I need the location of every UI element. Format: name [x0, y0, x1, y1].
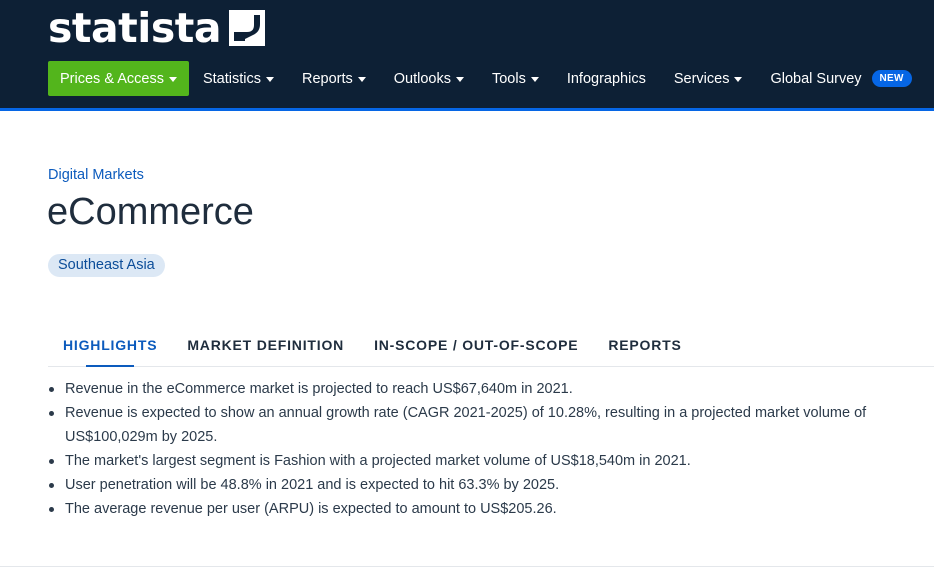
tab-market-definition[interactable]: MARKET DEFINITION	[172, 330, 359, 365]
nav-global-survey[interactable]: Global Survey NEW	[756, 61, 925, 96]
breadcrumb-digital-markets[interactable]: Digital Markets	[48, 167, 144, 183]
caret-down-icon	[357, 77, 366, 82]
nav-statistics[interactable]: Statistics	[189, 61, 288, 96]
tab-highlights[interactable]: HIGHLIGHTS	[48, 330, 172, 367]
new-badge: NEW	[871, 70, 912, 87]
divider	[0, 566, 934, 567]
list-item: Revenue is expected to show an annual gr…	[48, 401, 928, 449]
statista-mark-icon	[229, 10, 265, 46]
nav-label: Tools	[491, 70, 526, 87]
list-item: User penetration will be 48.8% in 2021 a…	[48, 473, 928, 497]
statista-logo[interactable]: statista	[48, 4, 265, 52]
main-nav: Prices & Access Statistics Reports Outlo…	[48, 61, 926, 96]
list-item: The average revenue per user (ARPU) is e…	[48, 497, 928, 521]
page-title: eCommerce	[47, 191, 254, 233]
nav-outlooks[interactable]: Outlooks	[380, 61, 478, 96]
nav-tools[interactable]: Tools	[478, 61, 553, 96]
nav-label: Reports	[301, 70, 353, 87]
nav-label: Services	[673, 70, 730, 87]
list-item: Revenue in the eCommerce market is proje…	[48, 377, 928, 401]
highlights-list: Revenue in the eCommerce market is proje…	[48, 377, 928, 521]
list-item: The market's largest segment is Fashion …	[48, 449, 928, 473]
caret-down-icon	[530, 77, 539, 82]
nav-label: Outlooks	[393, 70, 451, 87]
caret-down-icon	[455, 77, 464, 82]
nav-infographics[interactable]: Infographics	[553, 61, 660, 96]
tab-in-scope-out-of-scope[interactable]: IN-SCOPE / OUT-OF-SCOPE	[359, 330, 593, 365]
nav-label: Prices & Access	[60, 70, 164, 87]
caret-down-icon	[168, 77, 177, 82]
content-tabs: HIGHLIGHTS MARKET DEFINITION IN-SCOPE / …	[48, 330, 934, 367]
nav-label: Infographics	[566, 70, 646, 87]
nav-prices-access[interactable]: Prices & Access	[48, 61, 189, 96]
nav-label: Global Survey	[770, 70, 862, 87]
caret-down-icon	[265, 77, 274, 82]
tab-reports[interactable]: REPORTS	[593, 330, 696, 365]
region-tag[interactable]: Southeast Asia	[48, 254, 165, 277]
nav-reports[interactable]: Reports	[288, 61, 380, 96]
nav-label: Statistics	[202, 70, 261, 87]
brand-name: statista	[48, 4, 222, 52]
top-header: statista Prices & Access Statistics Repo…	[0, 0, 934, 111]
nav-services[interactable]: Services	[660, 61, 757, 96]
caret-down-icon	[734, 77, 743, 82]
